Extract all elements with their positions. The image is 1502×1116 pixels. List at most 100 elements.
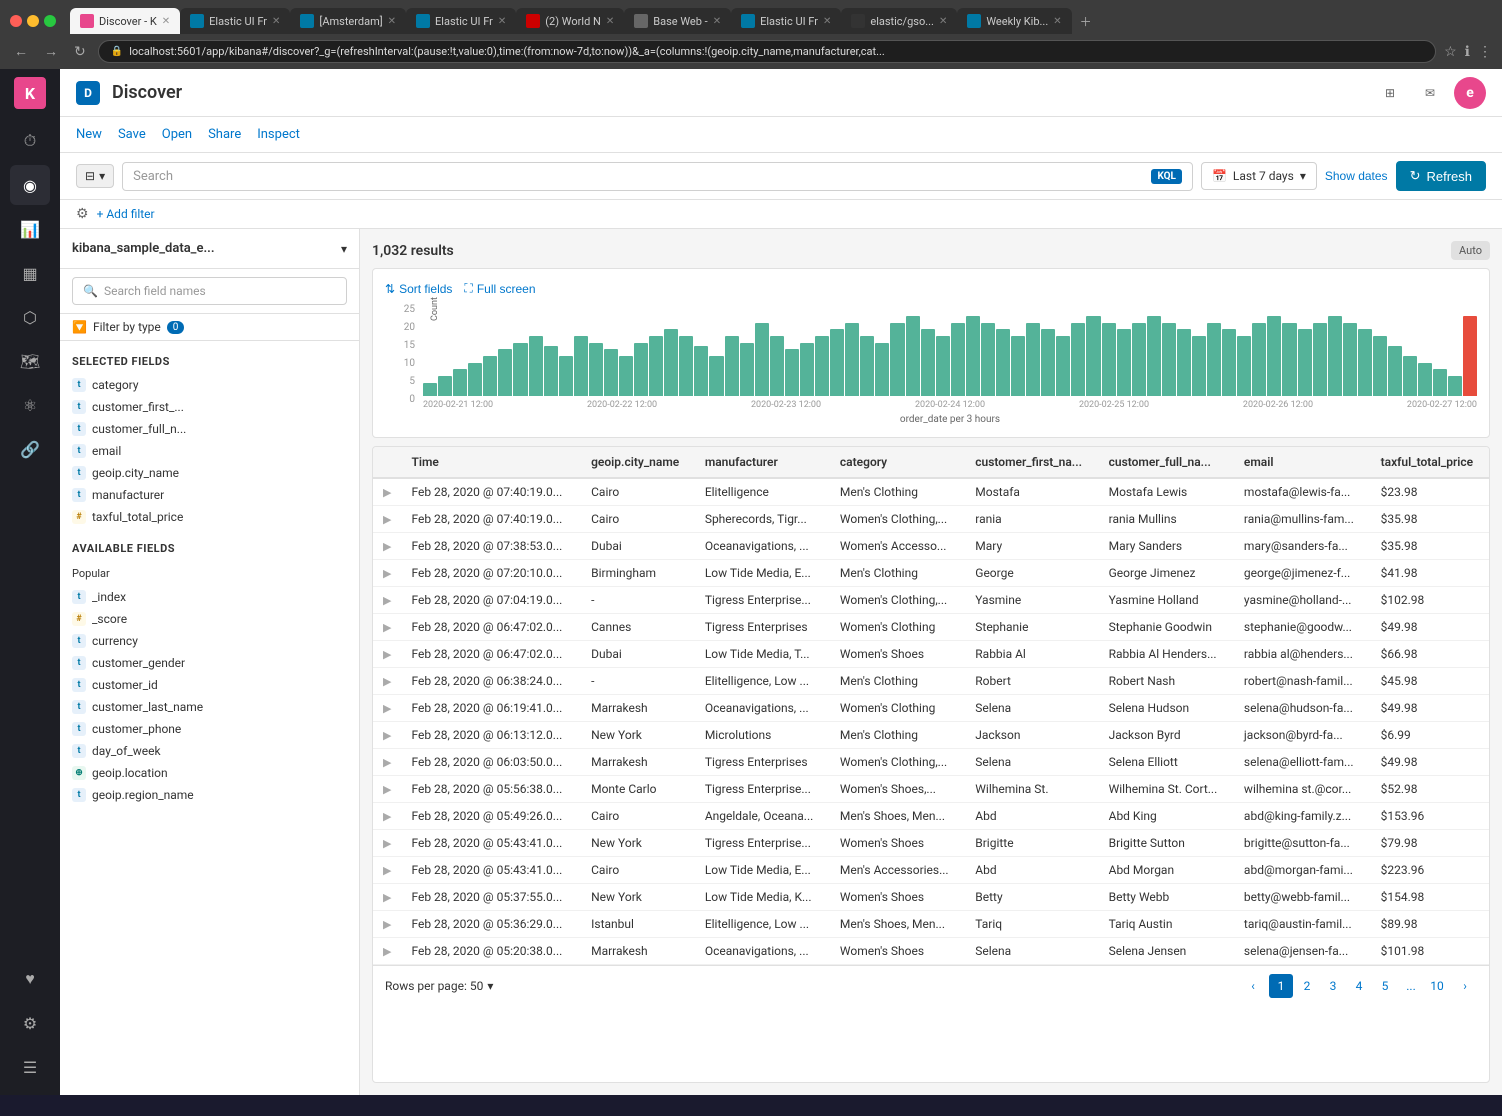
chart-bar-18[interactable] — [694, 346, 708, 396]
row-expand-icon[interactable]: ▶ — [373, 478, 401, 506]
chart-bar-52[interactable] — [1207, 323, 1221, 396]
chart-bar-60[interactable] — [1328, 316, 1342, 396]
chart-bar-3[interactable] — [468, 363, 482, 396]
reload-button[interactable]: ↻ — [70, 42, 90, 62]
filter-by-type[interactable]: 🔽 Filter by type 0 — [60, 314, 359, 341]
chart-bar-12[interactable] — [604, 349, 618, 396]
selected-field-geoip-city-name[interactable]: t geoip.city_name — [60, 462, 359, 484]
chart-bar-35[interactable] — [951, 323, 965, 396]
close-dot[interactable] — [10, 15, 22, 27]
chart-bar-43[interactable] — [1071, 323, 1085, 396]
nav-item-maps[interactable]: 🗺 — [10, 341, 50, 381]
selected-field-email[interactable]: t email — [60, 440, 359, 462]
chart-bar-11[interactable] — [589, 343, 603, 396]
auto-badge[interactable]: Auto — [1451, 241, 1490, 260]
tab-elastic-4[interactable]: elastic/gso... ✕ — [841, 8, 957, 34]
tab-weekly[interactable]: Weekly Kib... ✕ — [957, 8, 1071, 34]
chart-bar-32[interactable] — [906, 316, 920, 396]
tab-close-icon[interactable]: ✕ — [162, 16, 170, 27]
table-column-manufacturer[interactable]: manufacturer — [695, 447, 830, 478]
popular-field-geoip-region-name[interactable]: t geoip.region_name — [60, 784, 359, 806]
chart-bar-5[interactable] — [498, 349, 512, 396]
row-expand-icon[interactable]: ▶ — [373, 695, 401, 722]
chart-bar-4[interactable] — [483, 356, 497, 396]
tab-discover[interactable]: Discover - K ✕ — [70, 8, 180, 34]
nav-item-ml[interactable]: ⚛ — [10, 385, 50, 425]
row-expand-icon[interactable]: ▶ — [373, 533, 401, 560]
chart-bar-40[interactable] — [1026, 323, 1040, 396]
row-expand-icon[interactable]: ▶ — [373, 803, 401, 830]
chart-bar-29[interactable] — [860, 336, 874, 396]
tab-close-icon[interactable]: ✕ — [606, 16, 614, 27]
chart-bar-22[interactable] — [755, 323, 769, 396]
chart-bar-50[interactable] — [1177, 329, 1191, 396]
popular-field--score[interactable]: # _score — [60, 608, 359, 630]
chart-bar-61[interactable] — [1343, 323, 1357, 396]
row-expand-icon[interactable]: ▶ — [373, 749, 401, 776]
sort-fields-button[interactable]: ⇅ Sort fields — [385, 281, 452, 296]
tab-elastic-3[interactable]: Elastic UI Fr ✕ — [731, 8, 841, 34]
nav-inspect[interactable]: Inspect — [257, 123, 300, 146]
url-bar[interactable]: 🔒 localhost:5601/app/kibana#/discover?_g… — [98, 40, 1436, 63]
chart-bar-42[interactable] — [1056, 336, 1070, 396]
kibana-logo[interactable]: K — [14, 77, 46, 109]
row-expand-icon[interactable]: ▶ — [373, 857, 401, 884]
grid-icon[interactable]: ⊞ — [1374, 77, 1406, 109]
page-button-...[interactable]: ... — [1399, 974, 1423, 998]
mail-icon[interactable]: ✉ — [1414, 77, 1446, 109]
chart-bar-10[interactable] — [574, 336, 588, 396]
chart-bar-28[interactable] — [845, 323, 859, 396]
bookmark-icon[interactable]: ☆ — [1444, 44, 1457, 60]
index-selector[interactable]: ⊟ ▾ — [76, 164, 114, 188]
page-button-1[interactable]: 1 — [1269, 974, 1293, 998]
chart-bar-27[interactable] — [830, 329, 844, 396]
nav-new[interactable]: New — [76, 123, 102, 146]
field-search-input[interactable]: 🔍 Search field names — [72, 277, 347, 305]
refresh-button[interactable]: ↻ Refresh — [1396, 161, 1486, 191]
chart-bar-54[interactable] — [1237, 336, 1251, 396]
chart-bar-67[interactable] — [1433, 369, 1447, 396]
chart-bar-57[interactable] — [1282, 323, 1296, 396]
popular-field-day-of-week[interactable]: t day_of_week — [60, 740, 359, 762]
selected-field-customer-first----[interactable]: t customer_first_... — [60, 396, 359, 418]
user-avatar[interactable]: e — [1454, 77, 1486, 109]
chart-bar-6[interactable] — [513, 343, 527, 396]
row-expand-icon[interactable]: ▶ — [373, 938, 401, 965]
chart-bar-21[interactable] — [740, 343, 754, 396]
chart-bar-33[interactable] — [921, 329, 935, 396]
chart-bar-25[interactable] — [800, 343, 814, 396]
table-column-geoip-city-name[interactable]: geoip.city_name — [581, 447, 695, 478]
chart-bar-68[interactable] — [1448, 376, 1462, 396]
chart-bar-45[interactable] — [1102, 323, 1116, 396]
chart-bar-66[interactable] — [1418, 363, 1432, 396]
nav-item-recent[interactable]: ⏱ — [10, 121, 50, 161]
popular-field-currency[interactable]: t currency — [60, 630, 359, 652]
chart-bar-13[interactable] — [619, 356, 633, 396]
time-selector[interactable]: 📅 Last 7 days ▾ — [1201, 162, 1317, 190]
tab-world[interactable]: (2) World N ✕ — [516, 8, 624, 34]
chart-bar-8[interactable] — [544, 346, 558, 396]
page-button-3[interactable]: 3 — [1321, 974, 1345, 998]
row-expand-icon[interactable]: ▶ — [373, 506, 401, 533]
popular-field-customer-gender[interactable]: t customer_gender — [60, 652, 359, 674]
chart-bar-30[interactable] — [875, 343, 889, 396]
nav-share[interactable]: Share — [208, 123, 241, 146]
rows-per-page[interactable]: Rows per page: 50 ▾ — [385, 979, 493, 993]
tab-amsterdam[interactable]: [Amsterdam] ✕ — [290, 8, 406, 34]
chart-bar-36[interactable] — [966, 316, 980, 396]
chart-bar-7[interactable] — [529, 336, 543, 396]
table-column-customer-full-na---[interactable]: customer_full_na... — [1099, 447, 1234, 478]
page-button-10[interactable]: 10 — [1425, 974, 1449, 998]
chart-bar-69[interactable] — [1463, 316, 1477, 396]
kql-badge[interactable]: KQL — [1151, 169, 1182, 184]
nav-open[interactable]: Open — [162, 123, 192, 146]
page-button-5[interactable]: 5 — [1373, 974, 1397, 998]
selected-field-customer-full-n---[interactable]: t customer_full_n... — [60, 418, 359, 440]
chart-bar-59[interactable] — [1313, 323, 1327, 396]
chart-bar-26[interactable] — [815, 336, 829, 396]
chart-bar-19[interactable] — [709, 356, 723, 396]
chart-bar-1[interactable] — [438, 376, 452, 396]
row-expand-icon[interactable]: ▶ — [373, 614, 401, 641]
chart-bar-56[interactable] — [1267, 316, 1281, 396]
chart-bar-2[interactable] — [453, 369, 467, 396]
